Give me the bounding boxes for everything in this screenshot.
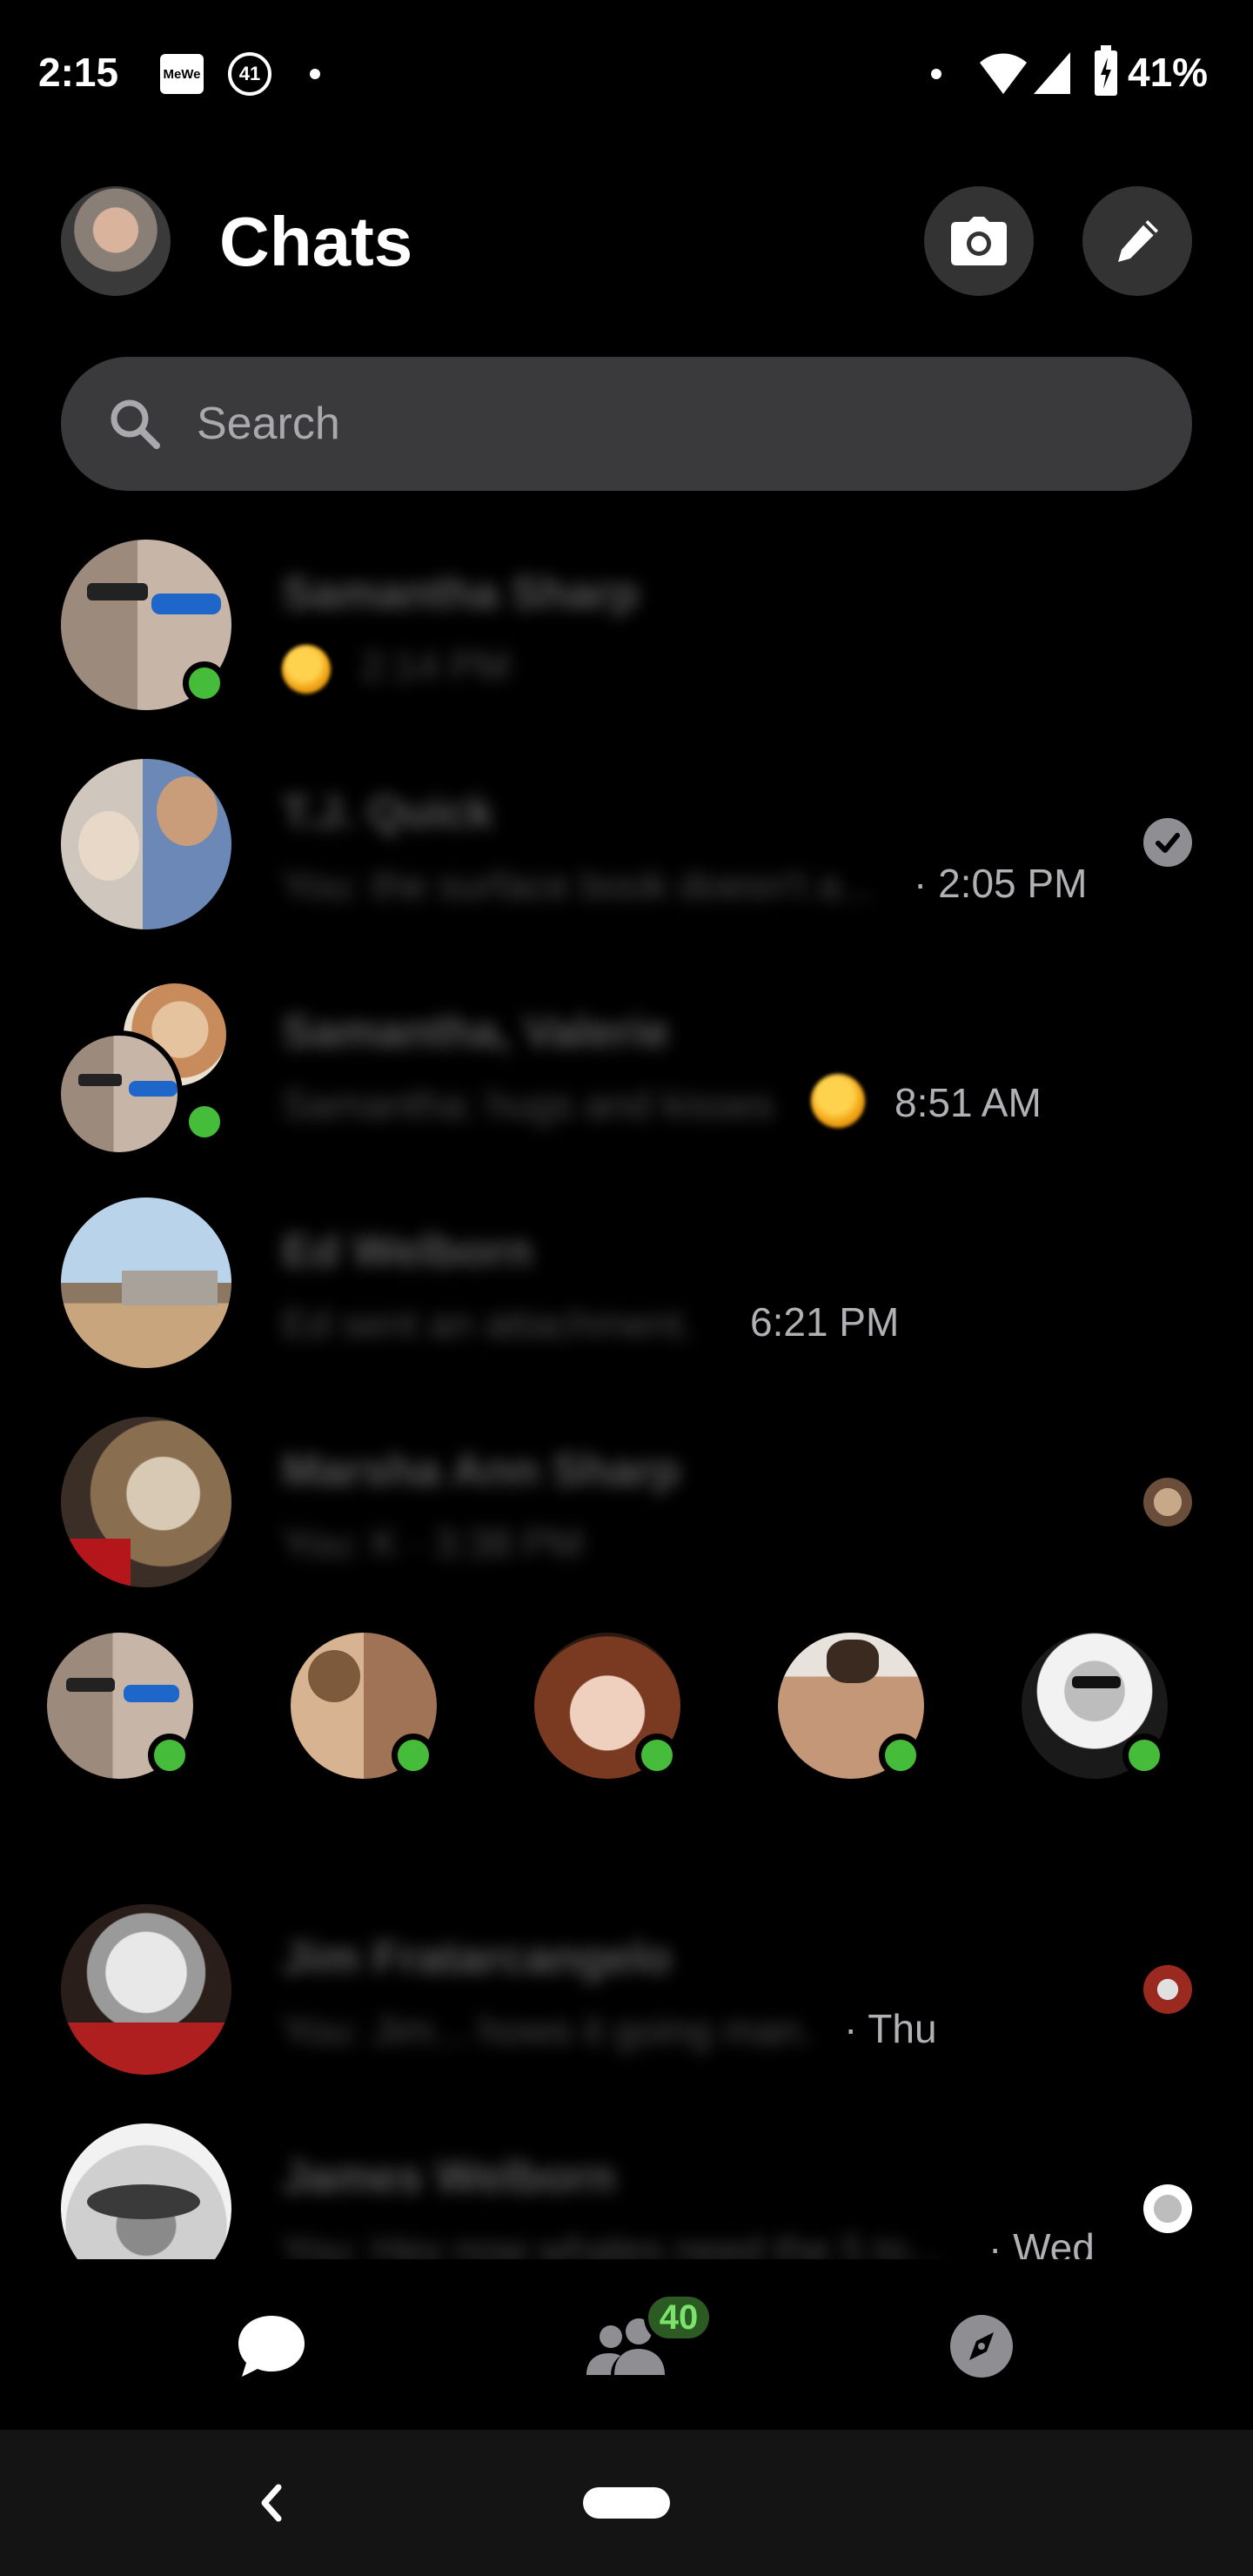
chat-bubble-icon <box>238 2316 305 2377</box>
seen-by-avatar <box>1143 1478 1192 1526</box>
wifi-icon <box>980 53 1027 94</box>
online-indicator <box>392 1734 435 1777</box>
bottom-nav: 40 <box>0 2270 1253 2423</box>
active-contact[interactable] <box>1022 1633 1168 1779</box>
battery-icon <box>1095 45 1117 96</box>
message-time: 8:51 AM <box>895 1080 1042 1125</box>
seen-by-avatar <box>1143 2184 1192 2233</box>
contact-avatar <box>61 1904 231 2075</box>
contact-name: Jim Fratarcangelo <box>282 1933 672 1983</box>
active-contact[interactable] <box>291 1633 437 1779</box>
home-pill[interactable] <box>583 2487 670 2519</box>
cell-signal-icon <box>1034 52 1070 94</box>
people-count-badge: 40 <box>644 2292 714 2343</box>
contact-name: T.J. Quick <box>282 788 493 838</box>
camera-icon <box>951 217 1007 265</box>
profile-avatar[interactable] <box>61 186 171 296</box>
contact-avatar <box>61 759 231 929</box>
chat-row[interactable]: Marsha Ann Sharp You: K · 3:38 PM <box>0 1417 1253 1636</box>
chat-row[interactable]: James Welborn You: Hey now whales need t… <box>0 2123 1253 2259</box>
active-now-strip <box>0 1633 1253 1789</box>
contact-name: Samantha, Valerie <box>282 1007 670 1057</box>
compose-button[interactable] <box>1082 186 1192 296</box>
status-bar: 2:15 MeWe 41 41% <box>0 0 1253 148</box>
pencil-icon <box>1118 220 1158 262</box>
message-preview: You: the surface book doesn't a... <box>282 862 874 908</box>
emoji-icon <box>811 1074 865 1128</box>
contact-name: Marsha Ann Sharp <box>282 1446 680 1496</box>
contact-name: James Welborn <box>282 2152 616 2203</box>
online-indicator <box>183 1100 226 1144</box>
search-bar[interactable] <box>61 357 1192 491</box>
tab-chats[interactable] <box>228 2303 315 2390</box>
online-indicator <box>879 1734 922 1777</box>
active-contact[interactable] <box>47 1633 193 1779</box>
contact-avatar <box>61 1197 231 1368</box>
search-input[interactable] <box>197 398 1067 450</box>
seen-by-avatar <box>1143 1965 1192 2014</box>
message-time: · Wed <box>988 2225 1095 2259</box>
contact-avatar <box>61 1417 231 1587</box>
message-preview: You: K · 3:38 PM <box>282 1520 584 1566</box>
notification-dot-icon <box>931 69 941 79</box>
mewe-notification-icon: MeWe <box>160 54 204 94</box>
chat-row[interactable]: Samantha, Valerie Samantha: hugs and kis… <box>0 978 1253 1197</box>
battery-percent: 41% <box>1128 50 1209 95</box>
active-contact[interactable] <box>778 1633 924 1779</box>
chat-row[interactable]: Jim Fratarcangelo You: Jim... hows it go… <box>0 1904 1253 2123</box>
contact-name: Ed Welborn <box>282 1226 533 1277</box>
back-icon[interactable] <box>252 2477 291 2529</box>
camera-button[interactable] <box>924 186 1034 296</box>
group-avatar-primary <box>56 1030 183 1157</box>
message-time: · Thu <box>844 2006 937 2051</box>
chat-row[interactable]: T.J. Quick You: the surface book doesn't… <box>0 759 1253 978</box>
online-indicator <box>1122 1734 1166 1777</box>
message-time: 6:21 PM <box>750 1299 900 1345</box>
search-icon <box>111 399 160 449</box>
notification-dot-icon <box>310 69 320 79</box>
message-time: · 2:05 PM <box>914 861 1088 906</box>
emoji-icon <box>282 644 331 694</box>
page-title: Chats <box>219 203 413 280</box>
online-indicator <box>183 661 226 705</box>
message-preview: 2:14 PM <box>282 642 510 694</box>
read-check-icon <box>1143 818 1192 867</box>
contact-name: Samantha Sharp <box>282 568 640 619</box>
message-preview: You: Hey now whales need the 5 to... <box>282 2227 941 2259</box>
system-nav-bar <box>0 2430 1253 2576</box>
status-time: 2:15 <box>38 50 119 95</box>
message-preview: Ed sent an attachment. <box>282 1301 694 1346</box>
active-contact[interactable] <box>534 1633 680 1779</box>
chat-row[interactable]: Ed Welborn Ed sent an attachment. 6:21 P… <box>0 1197 1253 1417</box>
tab-discover[interactable] <box>938 2303 1025 2390</box>
contact-avatar <box>61 2123 231 2259</box>
messenger-chats-screen: 2:15 MeWe 41 41% Chats Search Samantha S… <box>0 0 1253 2576</box>
notification-count-icon: 41 <box>228 52 271 96</box>
online-indicator <box>635 1734 679 1777</box>
chat-row[interactable]: Samantha Sharp 2:14 PM <box>0 540 1253 759</box>
message-preview: You: Jim... hows it going man. <box>282 2008 813 2053</box>
compass-icon <box>950 2315 1013 2378</box>
message-preview: Samantha: hugs and kisses <box>282 1082 774 1127</box>
online-indicator <box>148 1734 191 1777</box>
